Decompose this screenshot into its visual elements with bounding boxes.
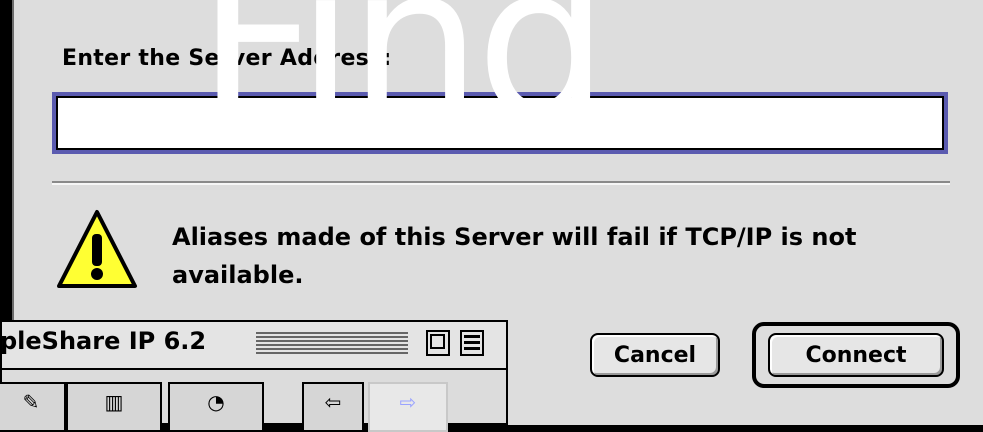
warning-icon [57, 210, 137, 288]
divider [52, 181, 950, 185]
cancel-button[interactable]: Cancel [590, 333, 720, 377]
find-overlay-title: Find [196, 0, 609, 165]
connect-button[interactable]: Connect [768, 333, 944, 377]
title-bar-stripes [256, 332, 408, 356]
window-toolbar: ✎ ▥ ◔ ⇦ ⇨ [0, 368, 506, 432]
books-icon: ▥ [104, 390, 124, 414]
warning-message: Aliases made of this Server will fail if… [172, 223, 857, 289]
clock-icon: ◔ [207, 390, 225, 414]
arrow-left-icon: ⇦ [324, 390, 342, 414]
window-title: pleShare IP 6.2 [0, 327, 207, 355]
folder-icon: ✎ [22, 390, 40, 414]
collapse-box-icon[interactable] [460, 330, 484, 356]
appleshare-window: pleShare IP 6.2 ✎ ▥ ◔ ⇦ ⇨ [0, 320, 508, 432]
zoom-box-icon[interactable] [426, 330, 450, 356]
window-title-bar[interactable]: pleShare IP 6.2 [0, 322, 506, 370]
arrow-right-icon: ⇨ [399, 390, 417, 414]
